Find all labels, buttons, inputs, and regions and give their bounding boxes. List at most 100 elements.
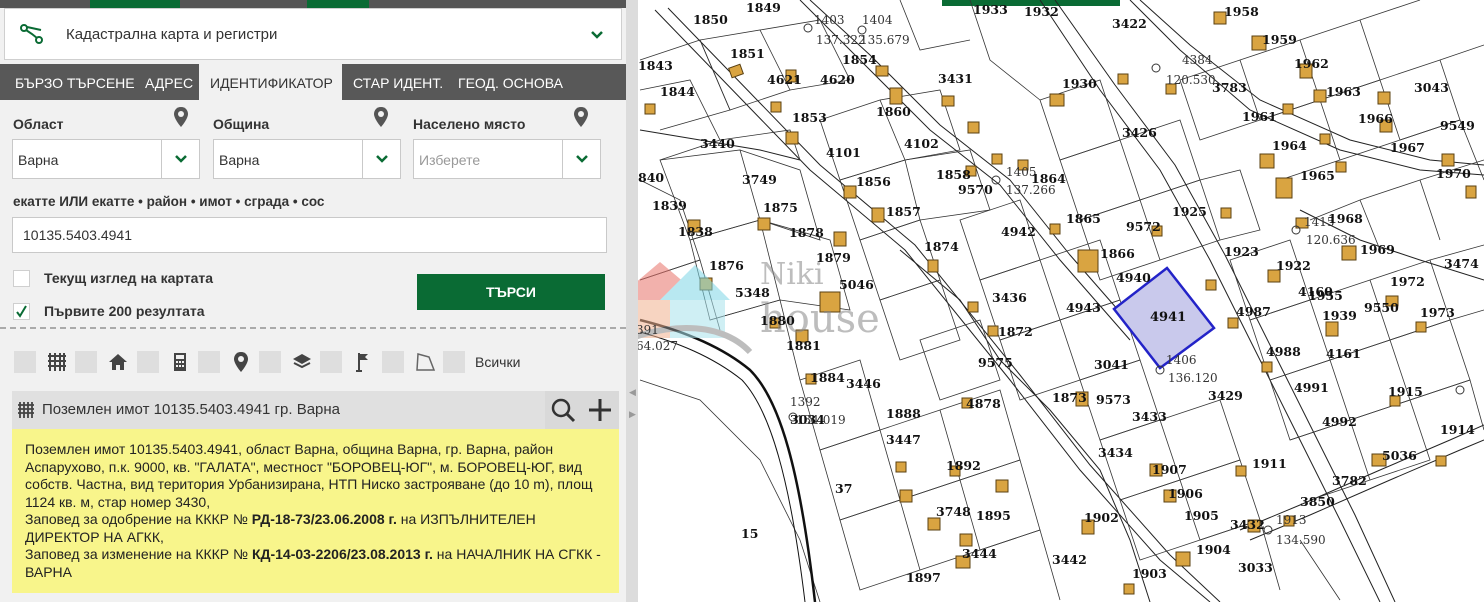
parcel-label: 1969	[1360, 242, 1395, 257]
result-description: Поземлен имот 10135.5403.4941, област Ва…	[12, 429, 619, 593]
municipality-dropdown-button[interactable]	[362, 140, 400, 178]
current-view-checkbox[interactable]	[13, 270, 30, 287]
parcel-label: 9575	[978, 355, 1013, 370]
search-button[interactable]: ТЪРСИ	[417, 274, 605, 310]
parcel-label: 1970	[1436, 166, 1471, 181]
parcel-label: 1879	[816, 250, 851, 265]
parcel-label: 1965	[1300, 168, 1335, 183]
parcel-label: 3440	[700, 136, 735, 151]
parcel-label: 1930	[1062, 76, 1097, 91]
parcel-label: 1959	[1262, 32, 1297, 47]
filter-checkbox[interactable]	[382, 351, 404, 373]
parcel-label: 1911	[1252, 456, 1287, 471]
parcel-label: 3043	[1414, 80, 1449, 95]
parcel-label: 1962	[1294, 56, 1329, 71]
identifier-input[interactable]	[12, 217, 607, 253]
grid-icon	[18, 402, 34, 418]
tab-address[interactable]: АДРЕС	[138, 64, 198, 100]
expand-right-icon[interactable]: ▶	[629, 409, 636, 420]
region-select[interactable]: Варна	[12, 139, 200, 179]
parcel-label: 4878	[966, 396, 1001, 411]
parcel-label: 1903	[1132, 566, 1167, 581]
filter-checkbox[interactable]	[75, 351, 97, 373]
toolbar-segment[interactable]	[307, 0, 369, 8]
parcel-label: 9572	[1126, 219, 1161, 234]
parcel-label: 3034	[790, 412, 825, 427]
tab-quick-search[interactable]: БЪРЗО ТЪРСЕНЕ	[0, 64, 138, 100]
parcel-label: 3426	[1122, 125, 1157, 140]
result-header[interactable]: Поземлен имот 10135.5403.4941 гр. Варна	[12, 391, 619, 429]
first-200-checkbox[interactable]	[13, 303, 30, 320]
point-value: 135.679	[860, 33, 910, 47]
parcel-label: 1872	[998, 324, 1033, 339]
result-title: Поземлен имот 10135.5403.4941 гр. Варна	[42, 401, 341, 418]
parcel-label: 1914	[1440, 422, 1475, 437]
search-icon	[551, 398, 576, 423]
parcel-label: 1875	[763, 200, 798, 215]
parcel-label: 3041	[1094, 357, 1129, 372]
parcel-label: 4988	[1266, 344, 1301, 359]
parcel-label: 1884	[810, 370, 845, 385]
map-pin-icon[interactable]	[573, 106, 589, 128]
filter-all-label: Всички	[475, 354, 521, 370]
toolbar-segment[interactable]	[90, 0, 180, 8]
tab-old-identifier[interactable]: СТАР ИДЕНТ.	[342, 64, 448, 100]
parcel-label: 1888	[886, 406, 921, 421]
map-pin-icon[interactable]	[373, 106, 389, 128]
filter-checkbox[interactable]	[137, 351, 159, 373]
collapse-left-icon[interactable]: ◀	[629, 387, 636, 398]
parcel-label: 4620	[820, 72, 855, 87]
panel-resize-handle[interactable]: ◀ ▶	[626, 0, 638, 602]
parcel-label: 4161	[1326, 346, 1361, 361]
tab-identifier[interactable]: ИДЕНТИФИКАТОР	[199, 64, 342, 100]
parcel-label: 1963	[1326, 84, 1361, 99]
map-pin-icon[interactable]	[173, 106, 189, 128]
chevron-down-icon	[376, 155, 388, 163]
parcel-label: 1864	[1031, 171, 1066, 186]
parcel-label: 4942	[1001, 224, 1036, 239]
filter-checkbox[interactable]	[14, 351, 36, 373]
parcel-label: 1844	[660, 84, 695, 99]
filter-checkbox[interactable]	[320, 351, 342, 373]
chevron-down-icon[interactable]	[589, 27, 605, 43]
parcel-label: 1932	[1024, 4, 1059, 19]
point-label: 1406	[1166, 353, 1197, 367]
region-dropdown-button[interactable]	[161, 140, 199, 178]
grid-icon	[48, 353, 66, 371]
municipality-select[interactable]: Варна	[213, 139, 401, 179]
identifier-format-hint: екатте ИЛИ екатте • район • имот • сград…	[13, 194, 325, 209]
parcel-label: 1878	[789, 225, 824, 240]
app-header[interactable]: Кадастрална карта и регистри	[4, 8, 622, 60]
filter-checkbox[interactable]	[259, 351, 281, 373]
result-text: Поземлен имот 10135.5403.4941, област Ва…	[25, 441, 593, 510]
parcel-label: 840	[638, 170, 664, 185]
parcel-label: 4621	[767, 72, 802, 87]
layers-icon	[293, 354, 311, 369]
settlement-select-placeholder: Изберете	[419, 152, 481, 168]
chevron-down-icon	[576, 155, 588, 163]
parcel-label: 3783	[1212, 80, 1247, 95]
parcel-label: 1854	[842, 52, 877, 67]
parcel-label: 3434	[1098, 445, 1133, 460]
point-value: 64.027	[638, 339, 678, 353]
map-canvas[interactable]: Niki house 1403 137.322 1404 135.679 140…	[638, 0, 1484, 602]
parcel-label: 1897	[906, 570, 941, 585]
filter-all-checkbox[interactable]	[443, 351, 465, 373]
point-value: 136.120	[1168, 371, 1218, 385]
parcel-label: 4987	[1236, 304, 1271, 319]
settlement-select[interactable]: Изберете	[413, 139, 601, 179]
filter-checkbox[interactable]	[198, 351, 220, 373]
parcel-label: 1876	[709, 258, 744, 273]
parcel-label: 1915	[1388, 384, 1423, 399]
cadastral-map[interactable]: Niki house 1403 137.322 1404 135.679 140…	[638, 0, 1484, 602]
add-button[interactable]	[581, 391, 619, 429]
parcel-label: 1933	[973, 2, 1008, 17]
settlement-dropdown-button[interactable]	[562, 140, 600, 178]
zoom-to-parcel-button[interactable]	[545, 391, 581, 429]
top-toolbar-strip	[0, 0, 626, 8]
parcel-label: 3444	[962, 546, 997, 561]
parcel-label: 1925	[1172, 204, 1207, 219]
region-select-value: Варна	[18, 152, 59, 168]
order2-number: КД-14-03-2206/23.08.2013 г.	[251, 546, 433, 562]
tab-geodetic-base[interactable]: ГЕОД. ОСНОВА	[448, 64, 578, 100]
